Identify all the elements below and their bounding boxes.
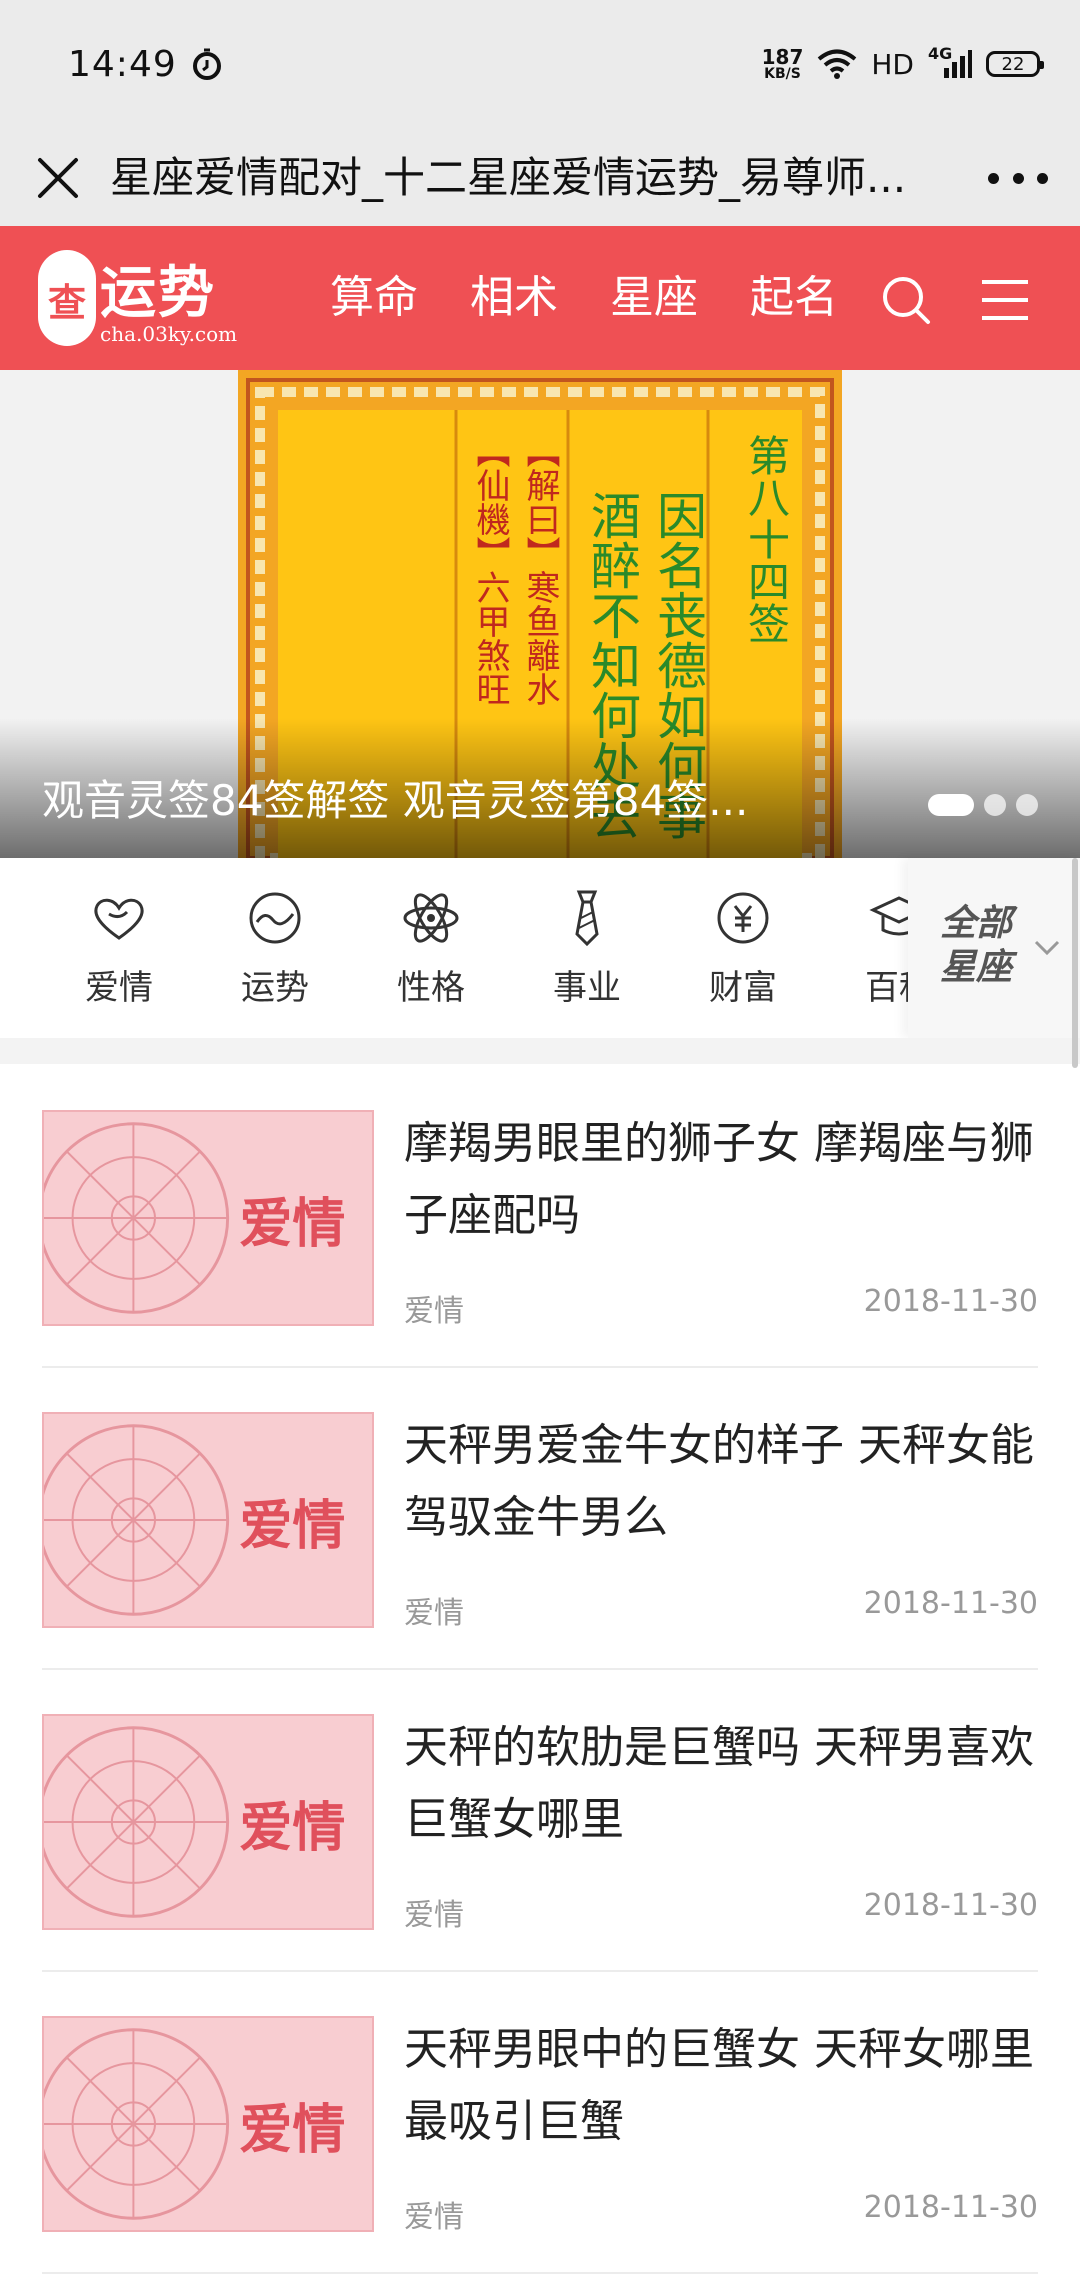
scrollbar[interactable] — [1072, 858, 1078, 1068]
thumbnail-label: 爱情 — [239, 2099, 345, 2161]
list-item[interactable]: 爱情 天秤男爱金牛女的样子 天秤女能驾驭金牛男么 爱情 2018-11-30 — [42, 1366, 1038, 1670]
category-label: 事业 — [553, 968, 621, 1008]
trend-icon — [249, 892, 301, 944]
banner-line-1: 第八十四签 — [742, 434, 791, 644]
site-header: 查 运势 cha.03ky.com 算命 相术 星座 起名 — [0, 226, 1080, 370]
more-options-icon[interactable] — [988, 168, 1048, 188]
all-constellations-button[interactable]: 全部星座 — [908, 858, 1080, 1038]
graduation-cap-icon — [869, 896, 908, 936]
category-encyclopedia[interactable]: 百科 — [824, 888, 908, 1009]
category-label: 运势 — [241, 968, 309, 1008]
article-tag[interactable]: 爱情 — [404, 1286, 464, 1330]
browser-title-bar: 星座爱情配对_十二星座爱情运势_易尊师... — [0, 130, 1080, 226]
category-label: 财富 — [709, 968, 777, 1008]
section-divider — [0, 1038, 1080, 1064]
article-date: 2018-11-30 — [863, 2190, 1038, 2225]
main-nav: 算命 相术 星座 起名 — [330, 270, 838, 326]
status-time: 14:49 — [68, 44, 177, 85]
article-thumbnail[interactable]: 爱情 — [42, 2016, 374, 2232]
banner-line-4: 【解曰】寒鱼離水 — [520, 434, 560, 706]
category-love[interactable]: 爱情 — [44, 888, 194, 1009]
banner-carousel[interactable]: 第八十四签 因名丧德如何事 酒醉不知何处去 【解曰】寒鱼離水 【仙機】六甲煞旺 … — [0, 370, 1080, 858]
category-label: 百科 — [865, 968, 908, 1008]
carousel-dot-active[interactable] — [928, 794, 974, 816]
battery-level: 22 — [1001, 53, 1025, 75]
logo-url: cha.03ky.com — [100, 322, 238, 346]
thumbnail-label: 爱情 — [239, 1797, 345, 1859]
network-speed: 187 KB/S — [762, 47, 804, 81]
status-bar: 14:49 187 KB/S HD 4G 22 — [0, 0, 1080, 130]
search-icon[interactable] — [880, 274, 932, 326]
yuan-coin-icon — [717, 892, 769, 944]
category-label: 爱情 — [85, 968, 153, 1008]
carousel-dot[interactable] — [984, 794, 1006, 816]
category-career[interactable]: 事业 — [512, 888, 662, 1009]
close-icon[interactable] — [32, 152, 84, 204]
article-title[interactable]: 天秤男爱金牛女的样子 天秤女能驾驭金牛男么 — [404, 1410, 1038, 1554]
category-label: 性格 — [397, 968, 465, 1008]
category-strip: 爱情 运势 性格 事业 财富 百 全部星座 — [0, 858, 1080, 1038]
article-tag[interactable]: 爱情 — [404, 2192, 464, 2236]
category-fortune[interactable]: 运势 — [200, 888, 350, 1009]
heart-icon — [94, 898, 144, 940]
nav-item-suanming[interactable]: 算命 — [330, 270, 418, 326]
site-logo[interactable]: 查 运势 cha.03ky.com — [38, 244, 248, 354]
menu-icon[interactable] — [980, 278, 1030, 322]
network-speed-unit: KB/S — [764, 66, 801, 82]
status-icons: 187 KB/S HD 4G 22 — [762, 44, 1044, 84]
article-thumbnail[interactable]: 爱情 — [42, 1714, 374, 1930]
article-title[interactable]: 天秤男眼中的巨蟹女 天秤女哪里最吸引巨蟹 — [404, 2014, 1038, 2158]
notification-app-icon — [193, 48, 221, 80]
banner-caption[interactable]: 观音灵签84签解签 观音灵签第84签... — [42, 767, 802, 828]
category-wealth[interactable]: 财富 — [668, 888, 818, 1009]
page-title: 星座爱情配对_十二星座爱情运势_易尊师... — [110, 153, 907, 202]
list-item[interactable]: 爱情 摩羯男眼里的狮子女 摩羯座与狮子座配吗 爱情 2018-11-30 — [42, 1064, 1038, 1368]
nav-item-qiming[interactable]: 起名 — [750, 270, 838, 326]
article-date: 2018-11-30 — [863, 1888, 1038, 1923]
nav-item-xingzuo[interactable]: 星座 — [610, 270, 698, 326]
article-thumbnail[interactable]: 爱情 — [42, 1412, 374, 1628]
category-scroll[interactable]: 爱情 运势 性格 事业 财富 百 — [0, 858, 908, 1038]
article-tag[interactable]: 爱情 — [404, 1890, 464, 1934]
atom-icon — [403, 893, 459, 943]
logo-badge: 查 — [38, 250, 96, 346]
article-tag[interactable]: 爱情 — [404, 1588, 464, 1632]
chevron-down-icon — [1034, 940, 1060, 956]
all-constellations-label: 全部星座 — [940, 903, 1013, 988]
article-title[interactable]: 天秤的软肋是巨蟹吗 天秤男喜欢巨蟹女哪里 — [404, 1712, 1038, 1856]
carousel-indicators — [928, 794, 1038, 816]
article-thumbnail[interactable]: 爱情 — [42, 1110, 374, 1326]
article-date: 2018-11-30 — [863, 1586, 1038, 1621]
list-item[interactable]: 爱情 天秤男眼中的巨蟹女 天秤女哪里最吸引巨蟹 爱情 2018-11-30 — [42, 1970, 1038, 2274]
article-title[interactable]: 摩羯男眼里的狮子女 摩羯座与狮子座配吗 — [404, 1108, 1038, 1252]
banner-line-5: 【仙機】六甲煞旺 — [470, 434, 510, 706]
thumbnail-label: 爱情 — [239, 1495, 345, 1557]
battery-icon: 22 — [986, 51, 1044, 77]
wifi-icon — [818, 49, 857, 79]
thumbnail-label: 爱情 — [239, 1193, 345, 1255]
article-date: 2018-11-30 — [863, 1284, 1038, 1319]
cell-signal-icon: 4G — [928, 44, 972, 80]
network-speed-value: 187 — [761, 45, 804, 69]
category-personality[interactable]: 性格 — [356, 888, 506, 1009]
tie-icon — [575, 890, 599, 947]
logo-text: 运势 — [100, 260, 216, 326]
hd-indicator: HD — [871, 47, 914, 81]
nav-item-xiangshu[interactable]: 相术 — [470, 270, 558, 326]
carousel-dot[interactable] — [1016, 794, 1038, 816]
list-item[interactable]: 爱情 天秤的软肋是巨蟹吗 天秤男喜欢巨蟹女哪里 爱情 2018-11-30 — [42, 1668, 1038, 1972]
